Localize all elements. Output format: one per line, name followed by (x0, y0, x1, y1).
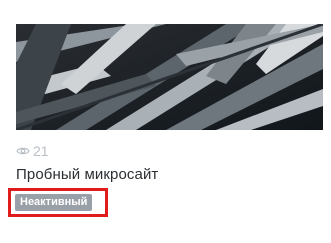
microsite-card[interactable]: 21 Пробный микросайт Неактивный (0, 0, 331, 243)
microsite-thumbnail[interactable] (16, 24, 323, 130)
microsite-title[interactable]: Пробный микросайт (16, 166, 158, 183)
views-counter: 21 (16, 142, 49, 160)
views-count: 21 (33, 143, 49, 159)
status-badge: Неактивный (15, 194, 93, 211)
eye-icon (16, 147, 30, 155)
